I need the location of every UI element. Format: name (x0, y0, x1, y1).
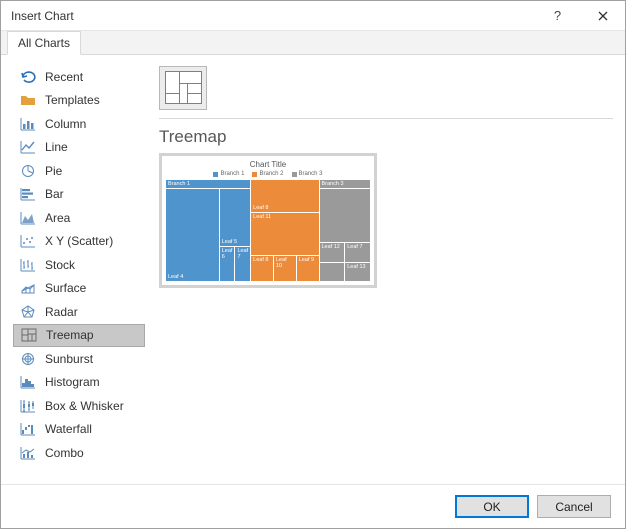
leaf-cell: Leaf 7 (345, 243, 370, 261)
scatter-chart-icon (19, 233, 37, 249)
sidebar-item-label: Combo (45, 446, 84, 460)
leaf-cell: Leaf 10 (274, 256, 296, 281)
preview-title: Chart Title (166, 160, 370, 169)
leaf-cell: Leaf 5 (220, 189, 250, 246)
sidebar-item-recent[interactable]: Recent (13, 65, 145, 89)
content-area: Recent Templates Column Line Pie Bar (1, 55, 625, 484)
sunburst-chart-icon (19, 351, 37, 367)
sidebar-item-scatter[interactable]: X Y (Scatter) (13, 230, 145, 254)
sidebar-item-label: Templates (45, 93, 100, 107)
leaf-cell: Leaf 13 (345, 263, 370, 281)
sidebar-item-bar[interactable]: Bar (13, 183, 145, 207)
sidebar-item-sunburst[interactable]: Sunburst (13, 347, 145, 371)
leaf-cell: Leaf 9 (297, 256, 319, 281)
window-title: Insert Chart (11, 9, 535, 23)
sidebar-item-treemap[interactable]: Treemap (13, 324, 145, 348)
sidebar-item-label: Pie (45, 164, 62, 178)
sidebar-item-templates[interactable]: Templates (13, 89, 145, 113)
sidebar-item-label: Surface (45, 281, 86, 295)
column-chart-icon (19, 116, 37, 132)
sidebar-item-label: Bar (45, 187, 64, 201)
folder-icon (19, 92, 37, 108)
subtype-thumb-treemap[interactable] (159, 66, 207, 110)
leaf-cell: Leaf 11 (251, 213, 318, 255)
waterfall-chart-icon (19, 421, 37, 437)
sidebar-item-waterfall[interactable]: Waterfall (13, 418, 145, 442)
sidebar-item-pie[interactable]: Pie (13, 159, 145, 183)
tab-all-charts[interactable]: All Charts (7, 31, 81, 55)
sidebar-item-label: Area (45, 211, 70, 225)
treemap-thumb-icon (165, 72, 201, 104)
recent-icon (19, 69, 37, 85)
branch-header: Branch 1 (166, 180, 250, 188)
treemap-body: Branch 1 Leaf 4 Leaf 5 Leaf 6 Leaf 7 (166, 180, 370, 281)
sidebar-item-area[interactable]: Area (13, 206, 145, 230)
insert-chart-dialog: Insert Chart ? All Charts Recent Templat… (0, 0, 626, 529)
sidebar-item-label: Waterfall (45, 422, 92, 436)
chart-preview[interactable]: Chart Title Branch 1 Branch 2 Branch 3 B… (159, 153, 377, 288)
leaf-cell: Leaf 7 (235, 247, 250, 281)
sidebar-item-label: Sunburst (45, 352, 93, 366)
sidebar-item-label: Line (45, 140, 68, 154)
sidebar-item-label: Treemap (46, 328, 94, 342)
help-button[interactable]: ? (535, 1, 580, 30)
sidebar-item-label: Radar (45, 305, 78, 319)
sidebar-item-line[interactable]: Line (13, 136, 145, 160)
leaf-cell: Leaf 8 (251, 180, 318, 212)
ok-button[interactable]: OK (455, 495, 529, 518)
titlebar: Insert Chart ? (1, 1, 625, 31)
histogram-chart-icon (19, 374, 37, 390)
sidebar-item-label: Column (45, 117, 86, 131)
bar-chart-icon (19, 186, 37, 202)
dialog-footer: OK Cancel (1, 484, 625, 528)
sidebar-item-label: Box & Whisker (45, 399, 124, 413)
tabstrip: All Charts (1, 31, 625, 55)
treemap-chart-icon (20, 327, 38, 343)
leaf-cell: Leaf 4 (166, 189, 219, 281)
sidebar-item-stock[interactable]: Stock (13, 253, 145, 277)
boxwhisker-chart-icon (19, 398, 37, 414)
stock-chart-icon (19, 257, 37, 273)
leaf-cell (320, 263, 345, 281)
branch-header: Branch 3 (320, 180, 371, 188)
legend-item: Branch 3 (299, 171, 323, 177)
sidebar-item-label: X Y (Scatter) (45, 234, 113, 248)
leaf-cell: Leaf 8 (251, 256, 273, 281)
close-icon (598, 11, 608, 21)
sidebar-item-histogram[interactable]: Histogram (13, 371, 145, 395)
sidebar-item-label: Stock (45, 258, 75, 272)
preview-legend: Branch 1 Branch 2 Branch 3 (166, 171, 370, 177)
sidebar-item-combo[interactable]: Combo (13, 441, 145, 465)
line-chart-icon (19, 139, 37, 155)
leaf-cell: Leaf 6 (220, 247, 235, 281)
sidebar-item-boxwhisker[interactable]: Box & Whisker (13, 394, 145, 418)
leaf-cell: Leaf 12 (320, 243, 345, 261)
sidebar-item-surface[interactable]: Surface (13, 277, 145, 301)
surface-chart-icon (19, 280, 37, 296)
legend-item: Branch 2 (259, 171, 283, 177)
legend-item: Branch 1 (220, 171, 244, 177)
chart-category-sidebar: Recent Templates Column Line Pie Bar (13, 65, 145, 474)
chart-subtype-panel: Treemap Chart Title Branch 1 Branch 2 Br… (159, 65, 613, 474)
sidebar-item-label: Recent (45, 70, 83, 84)
subtype-thumb-row (159, 65, 613, 119)
area-chart-icon (19, 210, 37, 226)
cancel-button[interactable]: Cancel (537, 495, 611, 518)
sidebar-item-column[interactable]: Column (13, 112, 145, 136)
sidebar-item-radar[interactable]: Radar (13, 300, 145, 324)
combo-chart-icon (19, 445, 37, 461)
close-button[interactable] (580, 1, 625, 30)
leaf-cell (320, 189, 371, 242)
radar-chart-icon (19, 304, 37, 320)
subtype-heading: Treemap (159, 127, 613, 147)
sidebar-item-label: Histogram (45, 375, 100, 389)
pie-chart-icon (19, 163, 37, 179)
